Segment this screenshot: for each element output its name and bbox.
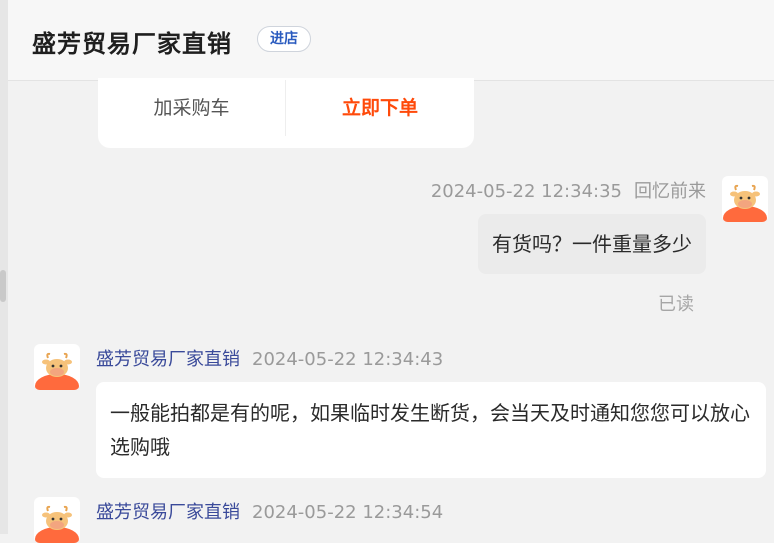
message-meta: 盛芳贸易厂家直销 2024-05-22 12:34:43	[96, 345, 443, 371]
cow-avatar-icon[interactable]	[34, 344, 80, 390]
product-card: 加采购车 立即下单	[98, 78, 474, 148]
message-bubble[interactable]: 有货吗？一件重量多少	[478, 214, 706, 274]
cow-avatar-icon[interactable]	[722, 176, 768, 222]
cow-avatar-icon[interactable]	[34, 497, 80, 543]
buy-now-button[interactable]: 立即下单	[286, 78, 474, 138]
add-to-cart-button[interactable]: 加采购车	[98, 78, 285, 138]
scroll-thumb[interactable]	[0, 270, 6, 302]
message-sender: 回忆前来	[634, 181, 706, 202]
enter-shop-button[interactable]: 进店	[257, 26, 311, 52]
message-bubble[interactable]: 一般能拍都是有的呢，如果临时发生断货，会当天及时通知您您可以放心选购哦	[96, 382, 766, 478]
message-timestamp: 2024-05-22 12:34:35	[430, 181, 622, 202]
message-sender[interactable]: 盛芳贸易厂家直销	[96, 349, 240, 370]
message-timestamp: 2024-05-22 12:34:43	[252, 349, 444, 370]
left-scroll-track	[0, 0, 8, 534]
message-timestamp: 2024-05-22 12:34:54	[252, 502, 444, 523]
message-meta: 2024-05-22 12:34:35 回忆前来	[431, 177, 706, 203]
chat-header: 盛芳贸易厂家直销 进店	[8, 0, 774, 81]
shop-name: 盛芳贸易厂家直销	[32, 30, 232, 58]
message-sender[interactable]: 盛芳贸易厂家直销	[96, 502, 240, 523]
read-status: 已读	[658, 294, 694, 315]
message-meta: 盛芳贸易厂家直销 2024-05-22 12:34:54	[96, 498, 443, 524]
